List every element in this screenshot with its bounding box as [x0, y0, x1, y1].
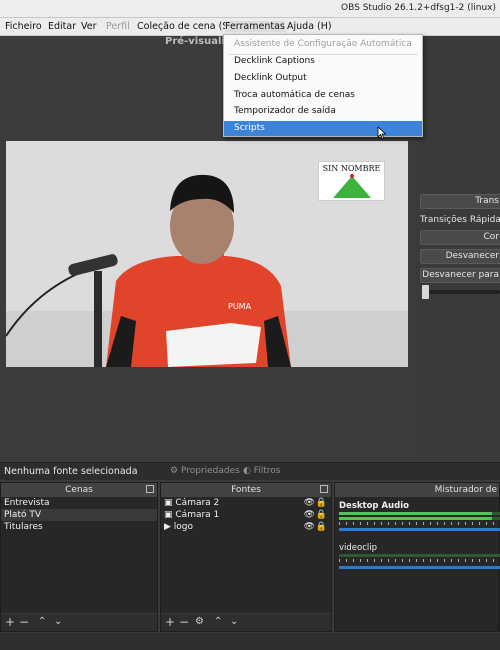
source-item[interactable]: ▣ Cámara 1 👁 🔒: [161, 509, 331, 521]
menu-item-decklink-output[interactable]: Decklink Output: [224, 71, 422, 86]
play-icon: ▶: [164, 522, 171, 532]
menu-help[interactable]: Ajuda (H): [287, 21, 332, 32]
menu-item-scripts[interactable]: Scripts: [224, 121, 422, 136]
scenes-title: Cenas: [65, 485, 93, 495]
menu-tools[interactable]: Ferramentas: [225, 21, 285, 32]
meter-scale: [339, 522, 500, 525]
add-source-button[interactable]: +: [165, 615, 175, 629]
menu-item-output-timer[interactable]: Temporizador de saída: [224, 104, 422, 119]
audio-meter: [339, 517, 500, 520]
gear-icon: ⚙: [170, 466, 179, 476]
lock-icon[interactable]: 🔒: [316, 497, 327, 509]
move-up-icon[interactable]: ⌃: [214, 615, 222, 629]
sources-footer: + − ⚙ ⌃ ⌄: [161, 613, 331, 631]
audio-meter-fill: [339, 512, 492, 515]
meter-scale: [339, 559, 500, 562]
quick-transitions-label: Transições Rápidas: [420, 215, 500, 225]
mixer-channel-name: videoclip: [339, 543, 378, 553]
volume-slider[interactable]: [339, 566, 500, 569]
menu-edit[interactable]: Editar: [48, 21, 76, 32]
dock-float-icon[interactable]: [146, 485, 154, 493]
sources-header: Fontes: [161, 483, 331, 497]
source-item[interactable]: ▶ logo 👁 🔒: [161, 521, 331, 533]
menu-file[interactable]: Ficheiro: [5, 21, 42, 32]
sources-title: Fontes: [231, 485, 261, 495]
scene-item[interactable]: Entrevista: [1, 497, 157, 509]
cut-button[interactable]: Cor: [420, 230, 500, 245]
window-title: OBS Studio 26.1.2+dfsg1-2 (linux): [341, 3, 496, 13]
properties-label: Propriedades: [180, 466, 240, 476]
source-label: Cámara 2: [175, 498, 220, 508]
menu-view[interactable]: Ver: [81, 21, 97, 32]
sources-dock: Fontes ▣ Cámara 2 👁 🔒 ▣ Cámara 1 👁 🔒 ▶ l…: [160, 482, 332, 632]
audio-meter-fill: [339, 517, 492, 520]
remove-scene-button[interactable]: −: [19, 615, 29, 629]
menu-item-auto-config[interactable]: Assistente de Configuração Automática: [224, 37, 422, 52]
lock-icon[interactable]: 🔒: [316, 521, 327, 533]
source-item[interactable]: ▣ Cámara 2 👁 🔒: [161, 497, 331, 509]
eye-icon[interactable]: 👁: [304, 509, 315, 521]
filters-button[interactable]: ◐ Filtros: [243, 466, 280, 476]
mixer-title: Misturador de: [434, 485, 497, 495]
tools-dropdown-menu: Assistente de Configuração Automática De…: [223, 34, 423, 137]
source-label: Cámara 1: [175, 510, 220, 520]
mouse-cursor-icon: [377, 126, 387, 140]
camera-icon: ▣: [164, 498, 173, 508]
menu-item-auto-scene-switcher[interactable]: Troca automática de cenas: [224, 88, 422, 103]
scene-item[interactable]: Titulares: [1, 521, 157, 533]
mixer-header: Misturador de: [335, 483, 499, 497]
source-settings-icon[interactable]: ⚙: [195, 615, 204, 629]
mixer-dock: Misturador de Desktop Audio videoclip: [334, 482, 500, 632]
move-up-icon[interactable]: ⌃: [38, 615, 46, 629]
transition-slider-track[interactable]: [424, 290, 500, 294]
source-label: logo: [173, 522, 194, 532]
no-source-label: Nenhuma fonte selecionada: [4, 466, 138, 477]
svg-text:PUMA: PUMA: [228, 302, 252, 311]
dock-float-icon[interactable]: [320, 485, 328, 493]
menu-item-decklink-captions[interactable]: Decklink Captions: [224, 54, 422, 69]
audio-meter: [339, 554, 500, 557]
status-bar: [0, 632, 500, 650]
transition-select[interactable]: Trans: [420, 194, 500, 209]
fade-to-button[interactable]: Desvanecer para: [420, 268, 500, 283]
logo-triangle-icon: [333, 174, 371, 198]
logo-overlay: SIN NOMBRE: [318, 161, 385, 201]
filters-label: Filtros: [253, 466, 281, 476]
camera-icon: ▣: [164, 510, 173, 520]
move-down-icon[interactable]: ⌄: [54, 615, 62, 629]
volume-slider[interactable]: [339, 528, 500, 531]
fade-button[interactable]: Desvanecer: [420, 249, 500, 264]
menu-profile[interactable]: Perfil: [106, 21, 130, 32]
scenes-header: Cenas: [1, 483, 157, 497]
transition-slider-handle[interactable]: [422, 285, 429, 299]
filter-icon: ◐: [243, 466, 251, 476]
source-toolbar: Nenhuma fonte selecionada ⚙ Propriedades…: [0, 462, 500, 480]
eye-icon[interactable]: 👁: [304, 521, 315, 533]
scenes-footer: + − ⌃ ⌄: [1, 613, 157, 631]
eye-icon[interactable]: 👁: [304, 497, 315, 509]
preview-canvas[interactable]: PUMA SIN NOMBRE: [6, 141, 408, 367]
remove-source-button[interactable]: −: [179, 615, 189, 629]
add-scene-button[interactable]: +: [5, 615, 15, 629]
scene-item[interactable]: Plató TV: [1, 509, 157, 521]
move-down-icon[interactable]: ⌄: [230, 615, 238, 629]
menu-scene-collection[interactable]: Coleção de cena (S): [137, 21, 232, 32]
window-titlebar: OBS Studio 26.1.2+dfsg1-2 (linux): [0, 0, 500, 18]
mixer-channel-name: Desktop Audio: [339, 501, 409, 511]
lock-icon[interactable]: 🔒: [316, 509, 327, 521]
scenes-dock: Cenas Entrevista Plató TV Titulares + − …: [0, 482, 158, 632]
properties-button[interactable]: ⚙ Propriedades: [170, 466, 240, 476]
audio-meter: [339, 512, 500, 515]
